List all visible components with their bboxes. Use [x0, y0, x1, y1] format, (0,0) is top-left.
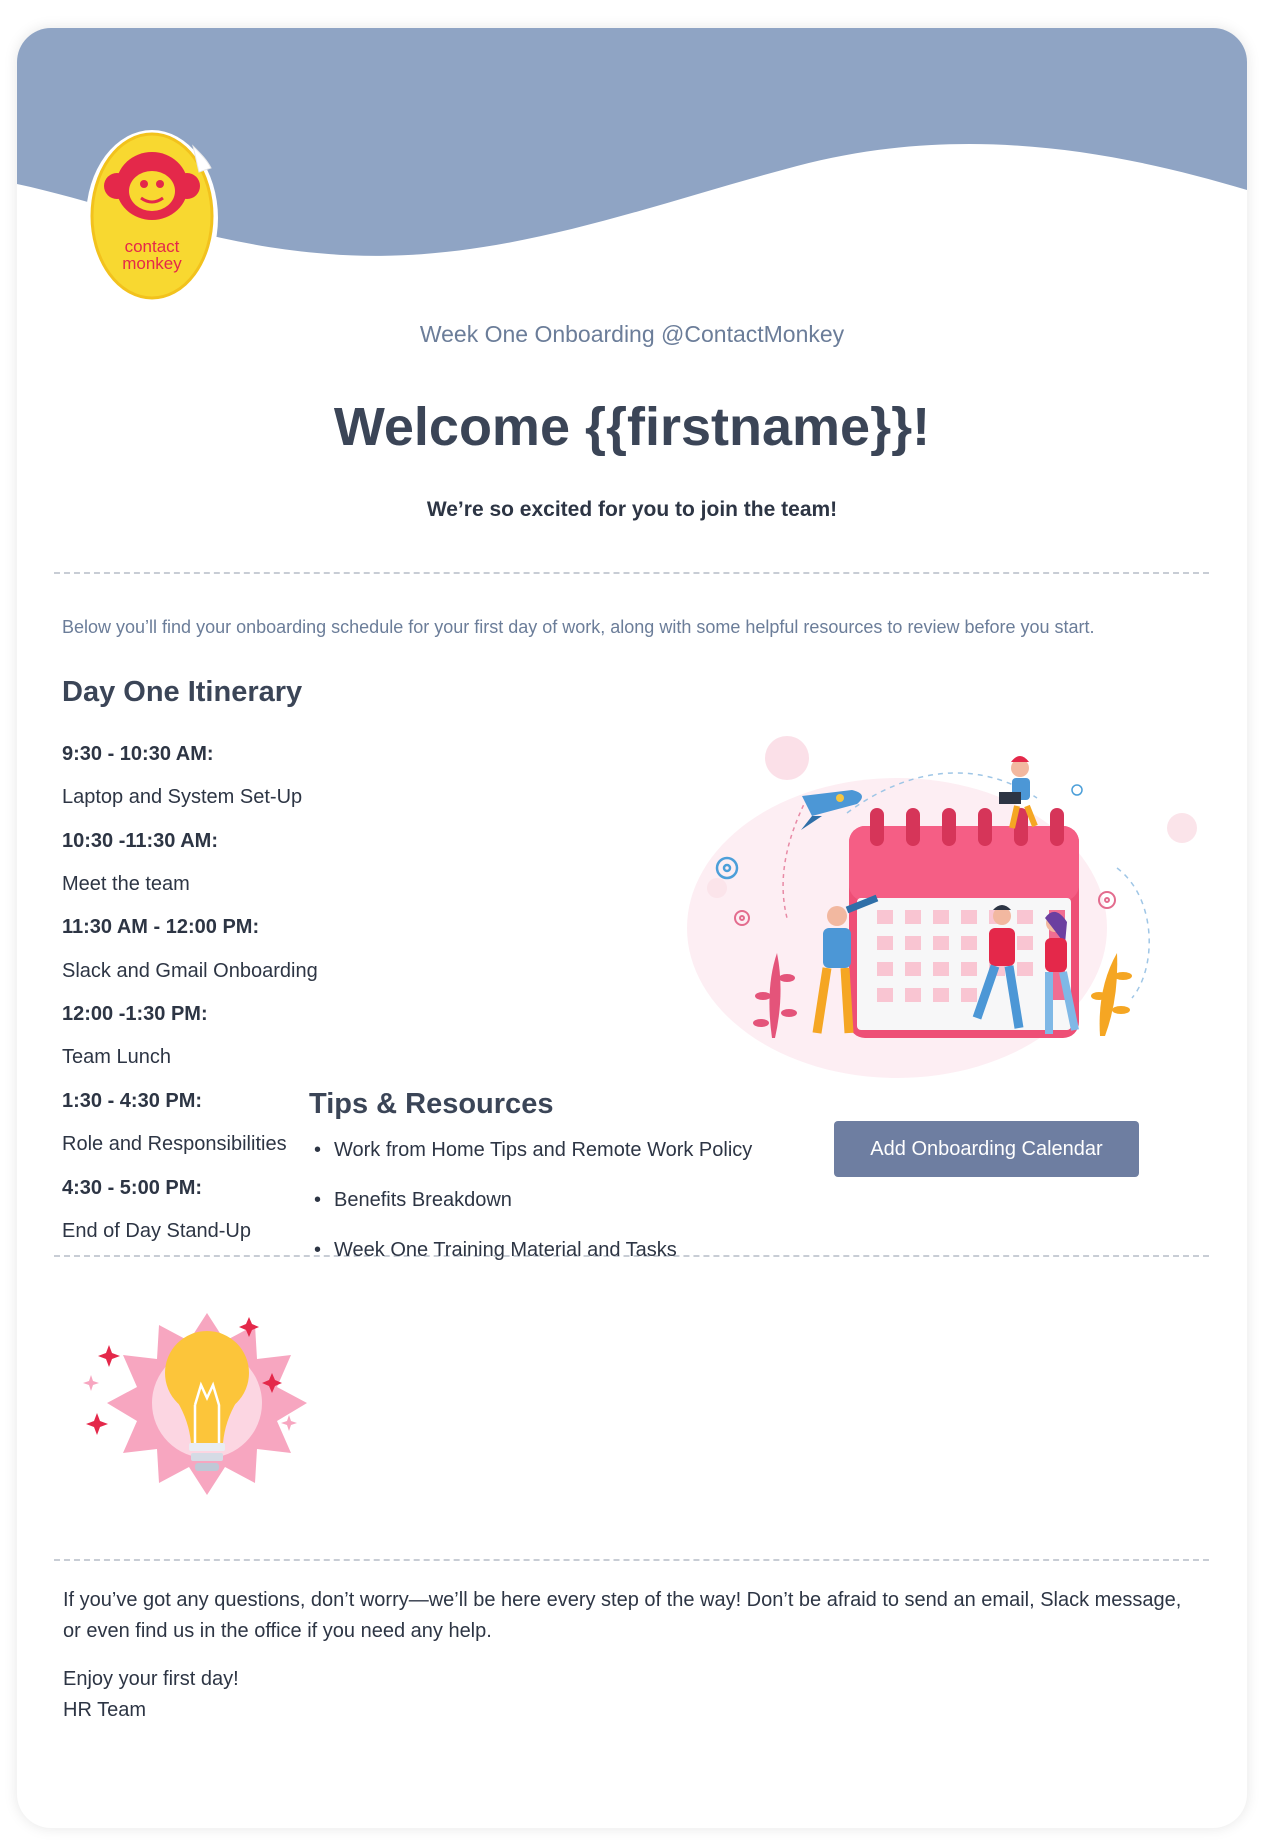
tips-link-training[interactable]: Week One Training Material and Tasks: [334, 1239, 677, 1261]
itinerary-activity: Laptop and System Set-Up: [62, 786, 303, 808]
tips-link-benefits[interactable]: Benefits Breakdown: [334, 1189, 512, 1211]
list-item: Week One Training Material and Tasks: [310, 1238, 1010, 1288]
itinerary-activity: Role and Responsibilities: [62, 1133, 287, 1155]
itinerary-time: 4:30 - 5:00 PM:: [62, 1177, 203, 1199]
welcome-tagline: We’re so excited for you to join the tea…: [426, 498, 838, 521]
list-item: Work from Home Tips and Remote Work Poli…: [310, 1138, 1010, 1188]
signoff-line: Enjoy your first day!: [63, 1668, 239, 1690]
itinerary-time: 1:30 - 4:30 PM:: [62, 1090, 203, 1112]
divider: [54, 572, 1209, 574]
itinerary-time: 9:30 - 10:30 AM:: [62, 743, 214, 765]
intro-text: Below you’ll find your onboarding schedu…: [62, 617, 1095, 637]
logo-text-line2: monkey: [122, 254, 182, 273]
tips-list: Work from Home Tips and Remote Work Poli…: [310, 1138, 1010, 1288]
tips-heading: Tips & Resources: [309, 1088, 554, 1120]
itinerary-time: 11:30 AM - 12:00 PM:: [62, 916, 260, 938]
calendar-people-illustration: [687, 736, 1197, 1078]
itinerary-activity: Slack and Gmail Onboarding: [62, 960, 318, 982]
closing-message: If you’ve got any questions, don’t worry…: [63, 1589, 1182, 1642]
email-subtitle: Week One Onboarding @ContactMonkey: [419, 321, 845, 347]
gear-icon: [1071, 784, 1083, 796]
list-item: Benefits Breakdown: [310, 1188, 1010, 1238]
welcome-title: Welcome {{firstname}}!: [333, 397, 931, 457]
itinerary-activity: Meet the team: [62, 873, 190, 895]
divider: [54, 1559, 1209, 1561]
itinerary-heading: Day One Itinerary: [62, 676, 303, 708]
lightbulb-icon: [83, 1313, 307, 1495]
itinerary-time: 10:30 -11:30 AM:: [62, 830, 218, 852]
signoff-signature: HR Team: [63, 1699, 146, 1721]
itinerary-activity: End of Day Stand-Up: [62, 1220, 251, 1242]
contactmonkey-logo: contact monkey: [86, 130, 218, 306]
itinerary-activity: Team Lunch: [62, 1046, 171, 1068]
tips-link-wfh[interactable]: Work from Home Tips and Remote Work Poli…: [334, 1139, 752, 1161]
signoff: Enjoy your first day! HR Team: [63, 1664, 239, 1726]
email-card: contact monkey Week One Onboarding @Cont…: [17, 28, 1247, 1828]
itinerary-time: 12:00 -1:30 PM:: [62, 1003, 208, 1025]
